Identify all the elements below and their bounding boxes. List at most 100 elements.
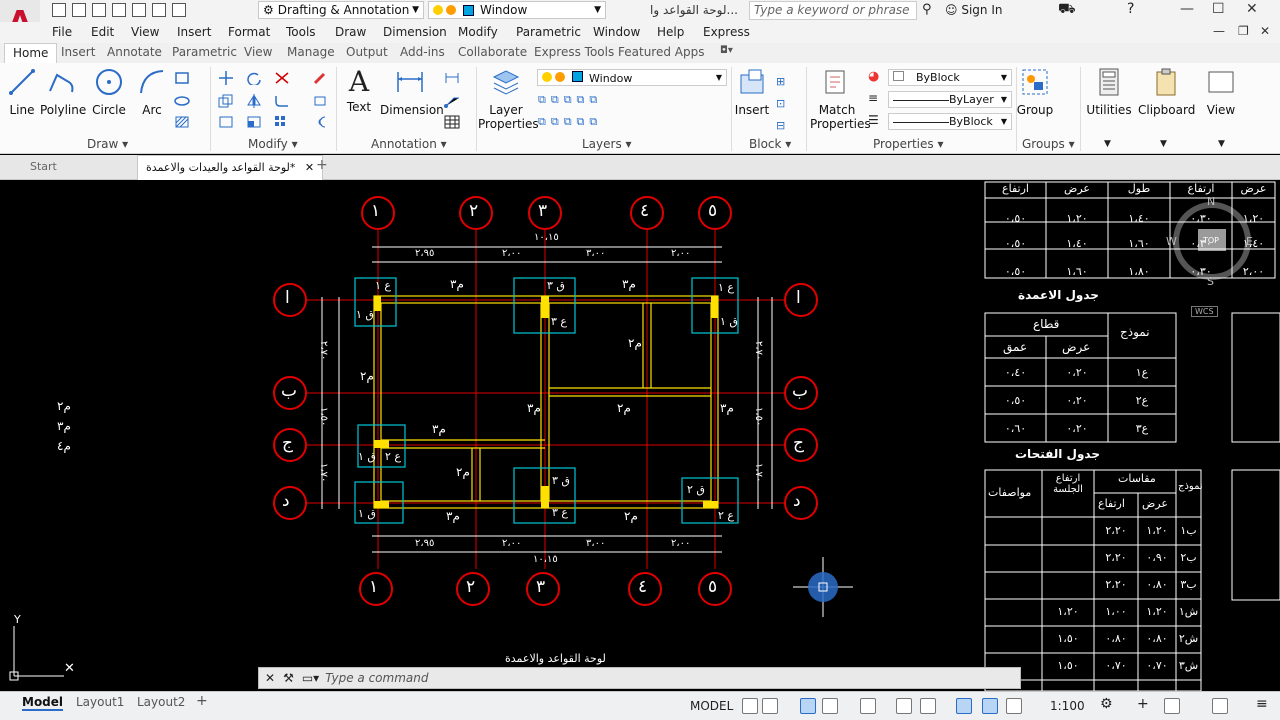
tab-manage[interactable]: Manage [287, 45, 335, 59]
tab-output[interactable]: Output [346, 45, 388, 59]
rectangle-icon[interactable] [174, 71, 190, 85]
stretch-icon[interactable] [218, 115, 234, 129]
object-snap-icon[interactable] [920, 698, 936, 714]
object-snap-tracking-icon[interactable] [896, 698, 912, 714]
add-layout-icon[interactable]: + [196, 693, 208, 709]
match-properties-button[interactable]: Match Properties [810, 67, 871, 131]
doc-restore-icon[interactable]: ❐ [1238, 24, 1249, 38]
tab-insert[interactable]: Insert [61, 45, 95, 59]
wcs-menu[interactable]: WCS [1191, 306, 1218, 317]
workspace-dropdown[interactable]: ⚙ Drafting & Annotation ▼ [258, 1, 424, 19]
workspace-gear-icon[interactable]: ⚙ [1100, 696, 1113, 712]
menu-help[interactable]: Help [657, 25, 684, 39]
recent-commands-icon[interactable]: ▭▾ [302, 671, 319, 685]
group-button[interactable]: Group [1016, 67, 1054, 117]
undo-icon[interactable] [152, 3, 166, 17]
rotate-icon[interactable] [246, 71, 262, 85]
explode-icon[interactable] [312, 94, 328, 108]
clipboard-button[interactable]: Clipboard [1138, 67, 1195, 117]
groups-panel-label[interactable]: Groups ▾ [1022, 137, 1075, 151]
dimension-button[interactable]: Dimension [380, 67, 444, 117]
array-icon[interactable] [274, 115, 290, 129]
sign-in-link[interactable]: ☺ Sign In [945, 3, 1002, 17]
maximize-icon[interactable]: ☐ [1212, 1, 1225, 17]
tab-view[interactable]: View [244, 45, 272, 59]
move-icon[interactable] [218, 71, 234, 85]
text-button[interactable]: A Text [342, 67, 376, 115]
grid-icon[interactable] [742, 698, 758, 714]
menu-format[interactable]: Format [228, 25, 270, 39]
plus-icon[interactable]: + [1137, 696, 1149, 712]
table-icon[interactable] [444, 115, 460, 129]
layer-tools-row-2[interactable]: ⧉⧉⧉⧉⧉ [538, 115, 602, 129]
block-panel-label[interactable]: Block ▾ [749, 137, 791, 151]
offset-icon[interactable] [312, 115, 328, 129]
tab-addins[interactable]: Add-ins [400, 45, 445, 59]
color-wheel-icon[interactable]: ◕ [868, 69, 879, 84]
plot-icon[interactable] [132, 3, 146, 17]
open-icon[interactable] [72, 3, 86, 17]
leader-icon[interactable] [444, 94, 460, 108]
chevron-down-icon[interactable]: ▼ [1160, 139, 1167, 149]
tab-featured-apps[interactable]: Featured Apps [618, 45, 704, 59]
isodraft-icon[interactable] [860, 698, 876, 714]
tab-home[interactable]: Home [4, 43, 58, 63]
erase-icon[interactable] [312, 71, 328, 85]
menu-modify[interactable]: Modify [458, 25, 498, 39]
tab-collaborate[interactable]: Collaborate [458, 45, 527, 59]
snap-icon[interactable] [762, 698, 778, 714]
model-space-toggle[interactable]: MODEL [690, 699, 733, 713]
tab-overflow-icon[interactable]: ◘▾ [720, 45, 733, 56]
layout2-tab[interactable]: Layout2 [137, 695, 185, 709]
tab-annotate[interactable]: Annotate [107, 45, 162, 59]
menu-edit[interactable]: Edit [91, 25, 114, 39]
menu-window[interactable]: Window [593, 25, 640, 39]
command-line[interactable]: ✕ ⚒ ▭▾ Type a command [258, 667, 1021, 689]
line-button[interactable]: Line [6, 67, 38, 117]
linear-dim-icon[interactable] [444, 71, 460, 85]
lineweight-dropdown[interactable]: ByBlock ▼ [888, 113, 1012, 130]
menu-parametric[interactable]: Parametric [516, 25, 581, 39]
redo-icon[interactable] [172, 3, 186, 17]
new-icon[interactable] [52, 3, 66, 17]
ellipse-icon[interactable] [174, 94, 190, 108]
save-as-icon[interactable] [112, 3, 126, 17]
doc-close-icon[interactable]: ✕ [1260, 24, 1270, 38]
close-icon[interactable]: ✕ [1246, 1, 1258, 17]
annotation-visibility-icon[interactable] [1006, 698, 1022, 714]
menu-tools[interactable]: Tools [286, 25, 316, 39]
block-tools[interactable]: ⊞ ⊡ ⊟ [776, 71, 785, 137]
menu-express[interactable]: Express [703, 25, 750, 39]
menu-draw[interactable]: Draw [335, 25, 366, 39]
close-command-icon[interactable]: ✕ [265, 671, 275, 685]
new-tab-icon[interactable]: + [316, 157, 328, 173]
fullscreen-icon[interactable] [1212, 698, 1228, 714]
lineweight-toggle-icon[interactable] [956, 698, 972, 714]
start-tab[interactable]: Start [30, 160, 57, 173]
scale-dropdown[interactable]: 1:100 [1050, 699, 1085, 713]
model-tab[interactable]: Model [22, 695, 64, 711]
doc-minimize-icon[interactable]: — [1213, 24, 1225, 38]
circle-button[interactable]: Circle [92, 67, 126, 117]
polyline-button[interactable]: Polyline [40, 67, 86, 117]
minimize-icon[interactable]: — [1180, 1, 1194, 17]
menu-dimension[interactable]: Dimension [383, 25, 447, 39]
chevron-down-icon[interactable]: ▼ [1104, 139, 1111, 149]
layers-panel-label[interactable]: Layers ▾ [582, 137, 632, 151]
scale-icon[interactable] [246, 115, 262, 129]
layer-dropdown[interactable]: Window ▼ [428, 1, 606, 19]
command-input[interactable]: Type a command [325, 671, 428, 685]
linetype-dropdown[interactable]: ByLayer ▼ [888, 91, 1012, 108]
tab-express-tools[interactable]: Express Tools [534, 45, 614, 59]
layer-control-dropdown[interactable]: Window ▼ [537, 69, 727, 86]
drawing-tab[interactable]: لوحة القواعد والعيدات والاعمدة* ✕ [137, 155, 324, 180]
customize-icon[interactable]: ≡ [1256, 696, 1268, 712]
view-button[interactable]: View [1200, 67, 1242, 117]
color-dropdown[interactable]: ByBlock ▼ [888, 69, 1012, 86]
tab-parametric[interactable]: Parametric [172, 45, 237, 59]
drawing-canvas[interactable]: ١ ٢ ٣ ٤ ٥ ١ ٢ ٣ ٤ ٥ ا ب ج د ا ب ج د ١٠،١… [0, 181, 1280, 691]
binoculars-icon[interactable]: ⚲ [922, 2, 932, 17]
menu-file[interactable]: File [52, 25, 72, 39]
layer-properties-button[interactable]: Layer Properties [478, 67, 539, 131]
annotation-scale-icon[interactable] [982, 698, 998, 714]
